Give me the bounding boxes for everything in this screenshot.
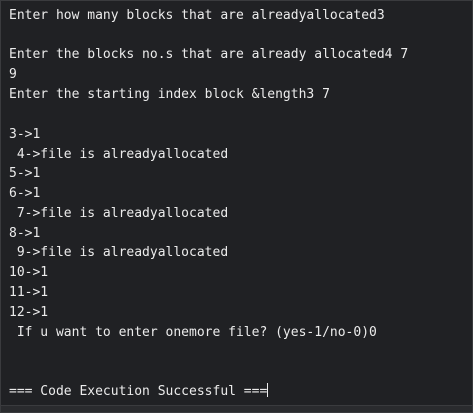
console-line: Enter the blocks no.s that are already a… [9,47,409,62]
console-line: Enter how many blocks that are alreadyal… [9,8,385,23]
console-line: 8->1 [9,226,41,241]
execution-status-line: === Code Execution Successful === [9,383,269,401]
text-cursor [267,383,269,397]
execution-status-text: === Code Execution Successful === [9,384,268,399]
console-line: If u want to enter onemore file? (yes-1/… [9,325,377,340]
console-line: 6->1 [9,186,41,201]
console-line: 4->file is alreadyallocated [9,147,229,162]
console-line: 7->file is alreadyallocated [9,206,229,221]
output-console[interactable]: Enter how many blocks that are alreadyal… [0,0,473,413]
console-line: 11->1 [9,285,49,300]
console-line: 9->file is alreadyallocated [9,245,229,260]
console-line: 3->1 [9,127,41,142]
console-line: 12->1 [9,305,49,320]
console-line: Enter the starting index block &length3 … [9,87,330,102]
console-line: 5->1 [9,166,41,181]
console-line: 9 [9,67,17,82]
console-line: 10->1 [9,265,49,280]
horizontal-scrollbar[interactable] [1,405,472,412]
